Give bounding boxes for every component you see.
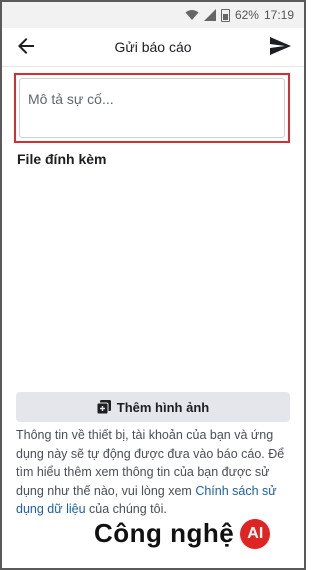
send-icon[interactable]	[268, 34, 292, 58]
add-photo-icon	[96, 400, 111, 414]
description-placeholder: Mô tả sự cố...	[28, 91, 114, 107]
app-bar: Gửi báo cáo	[2, 28, 304, 66]
signal-icon	[203, 9, 216, 21]
watermark: Công nghệ AI	[94, 518, 271, 549]
description-highlight: Mô tả sự cố...	[14, 73, 290, 143]
add-photo-label: Thêm hình ảnh	[116, 399, 210, 415]
status-bar: 62% 17:19	[2, 2, 304, 28]
info-text: Thông tin về thiết bị, tài khoản của bạn…	[16, 426, 292, 519]
back-arrow-icon[interactable]	[14, 34, 38, 58]
add-photo-button[interactable]: Thêm hình ảnh	[16, 392, 290, 422]
battery-icon	[220, 8, 230, 22]
info-suffix: của chúng tôi.	[85, 502, 167, 516]
clock: 17:19	[263, 8, 294, 22]
wifi-icon	[185, 10, 199, 20]
battery-percent: 62%	[234, 8, 259, 22]
watermark-text: Công nghệ	[94, 518, 235, 548]
watermark-logo: AI	[240, 518, 271, 549]
header-divider	[2, 66, 304, 67]
attachments-title: File đính kèm	[17, 151, 107, 167]
description-input[interactable]: Mô tả sự cố...	[19, 78, 285, 138]
page-title: Gửi báo cáo	[114, 39, 192, 55]
